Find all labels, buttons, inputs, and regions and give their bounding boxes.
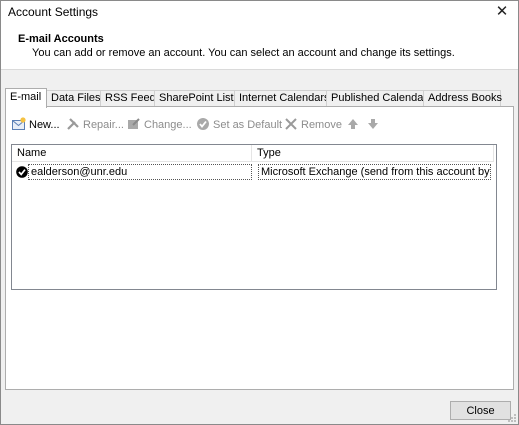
header-title: E-mail Accounts bbox=[18, 33, 104, 45]
window-title: Account Settings bbox=[8, 5, 99, 19]
account-settings-dialog: Account Settings ✕ E-mail Accounts You c… bbox=[0, 0, 519, 425]
column-name-label: Name bbox=[17, 147, 47, 159]
edit-icon bbox=[128, 118, 140, 129]
delete-x-icon bbox=[285, 118, 297, 130]
change-label: Change... bbox=[144, 119, 192, 131]
arrow-up-icon bbox=[348, 119, 358, 129]
tab-label: Address Books bbox=[428, 92, 502, 104]
move-up-button[interactable] bbox=[346, 116, 363, 134]
tab-sharepoint-lists[interactable]: SharePoint Lists bbox=[154, 90, 239, 107]
set-default-button[interactable]: Set as Default bbox=[196, 116, 282, 134]
checkmark-circle-icon bbox=[197, 118, 209, 130]
column-header-type[interactable]: Type bbox=[252, 145, 494, 162]
new-account-button[interactable]: New... bbox=[12, 116, 60, 134]
resize-grip-icon[interactable] bbox=[507, 413, 517, 423]
accounts-list[interactable]: Name Type ealderson@unr.edu Microsoft Ex… bbox=[11, 144, 497, 290]
title-bar: Account Settings ✕ bbox=[1, 1, 518, 24]
close-button[interactable]: Close bbox=[450, 401, 511, 420]
arrow-down-icon bbox=[368, 119, 378, 129]
default-account-check-icon bbox=[16, 166, 28, 178]
tab-rss-feeds[interactable]: RSS Feeds bbox=[100, 90, 161, 107]
account-type-cell: Microsoft Exchange (send from this accou… bbox=[258, 164, 491, 180]
remove-button[interactable]: Remove bbox=[284, 116, 342, 134]
tab-internet-calendars[interactable]: Internet Calendars bbox=[234, 90, 330, 107]
tab-label: E-mail bbox=[10, 91, 42, 103]
tab-address-books[interactable]: Address Books bbox=[423, 90, 502, 107]
table-row[interactable]: ealderson@unr.edu Microsoft Exchange (se… bbox=[14, 164, 493, 180]
close-icon[interactable]: ✕ bbox=[492, 2, 512, 22]
tab-label: Published Calendars bbox=[331, 92, 433, 104]
email-tab-panel: New... Repair... Change... Set as Defaul… bbox=[5, 106, 514, 390]
move-down-button[interactable] bbox=[366, 116, 383, 134]
tab-published-calendars[interactable]: Published Calendars bbox=[326, 90, 433, 107]
new-mail-icon bbox=[12, 117, 26, 130]
column-header-name[interactable]: Name bbox=[12, 145, 252, 162]
tab-email[interactable]: E-mail bbox=[5, 88, 47, 108]
account-name-cell: ealderson@unr.edu bbox=[28, 164, 252, 180]
column-type-label: Type bbox=[257, 147, 281, 159]
remove-label: Remove bbox=[301, 119, 342, 131]
header-description: You can add or remove an account. You ca… bbox=[32, 47, 455, 59]
repair-button[interactable]: Repair... bbox=[66, 116, 124, 134]
change-button[interactable]: Change... bbox=[127, 116, 192, 134]
tab-data-files[interactable]: Data Files bbox=[46, 90, 101, 107]
dialog-header: E-mail Accounts You can add or remove an… bbox=[1, 24, 518, 70]
tools-icon bbox=[67, 118, 79, 130]
repair-label: Repair... bbox=[83, 119, 124, 131]
tab-label: Internet Calendars bbox=[239, 92, 330, 104]
set-default-label: Set as Default bbox=[213, 119, 283, 131]
new-account-label: New... bbox=[29, 119, 60, 131]
tab-label: SharePoint Lists bbox=[159, 92, 240, 104]
tab-label: Data Files bbox=[51, 92, 101, 104]
tab-label: RSS Feeds bbox=[105, 92, 162, 104]
